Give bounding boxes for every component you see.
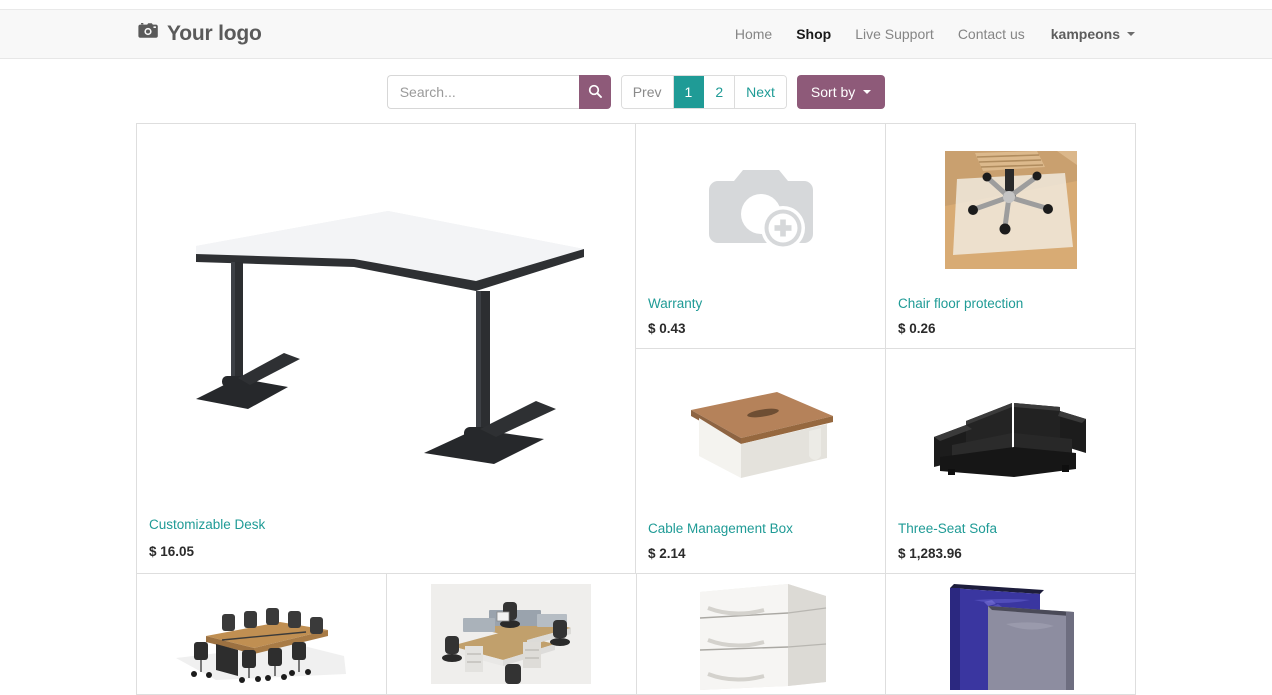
brand-logo[interactable]: Your logo (138, 22, 262, 46)
nav-item-contact-us[interactable]: Contact us (946, 10, 1037, 59)
chevron-down-icon (1127, 32, 1135, 36)
product-info-cable-management-box: Cable Management Box $ 2.14 (636, 521, 885, 573)
pagination-next[interactable]: Next (735, 76, 786, 108)
product-price: $ 0.26 (898, 321, 936, 336)
search-input[interactable] (386, 75, 579, 109)
chevron-down-icon (863, 90, 872, 94)
product-price: $ 2.14 (648, 546, 686, 561)
product-image-office-workstation (387, 574, 636, 694)
product-price: $ 16.05 (149, 544, 195, 559)
product-card-conference-table[interactable] (137, 574, 387, 695)
product-card-warranty[interactable]: Warranty $ 0.43 (636, 124, 886, 349)
user-menu-label: kampeons (1050, 25, 1120, 42)
product-name-link[interactable]: Customizable Desk (149, 517, 623, 532)
product-name-link[interactable]: Three-Seat Sofa (898, 521, 1123, 536)
product-grid-row: Customizable Desk $ 16.05 Warranty $ 0.4… (137, 124, 1136, 574)
magnifier-icon (588, 84, 602, 101)
product-grid-subrow: Warranty $ 0.43 Chair floor protection $… (636, 124, 1136, 349)
product-grid-row-partial (137, 574, 1136, 695)
product-name-link[interactable]: Chair floor protection (898, 296, 1123, 311)
camera-plus-placeholder-icon (707, 162, 815, 258)
brand-label: Your logo (167, 22, 262, 45)
product-image-placeholder-warranty (636, 124, 885, 296)
sort-by-label: Sort by (810, 84, 856, 100)
product-card-office-workstation[interactable] (386, 574, 637, 695)
product-image-drawer-cabinet (637, 574, 886, 694)
product-card-drawer-cabinet[interactable] (636, 574, 887, 695)
product-card-customizable-desk[interactable]: Customizable Desk $ 16.05 (137, 124, 636, 574)
pagination: Prev 1 2 Next (620, 75, 787, 109)
top-strip (0, 0, 1272, 10)
product-grid-right-block: Warranty $ 0.43 Chair floor protection $… (636, 124, 1136, 574)
product-price: $ 0.43 (648, 321, 686, 336)
product-name-link[interactable]: Cable Management Box (648, 521, 873, 536)
camera-icon (138, 22, 158, 46)
pagination-page-1[interactable]: 1 (673, 76, 705, 108)
product-image-cable-management-box (636, 349, 885, 521)
nav-item-home[interactable]: Home (723, 10, 784, 59)
pagination-page-2[interactable]: 2 (704, 76, 736, 108)
sort-by-dropdown[interactable]: Sort by (796, 75, 886, 109)
product-grid-subrow: Cable Management Box $ 2.14 Three-Seat S… (636, 349, 1136, 574)
site-header: Your logo Home Shop Live Support Contact… (0, 10, 1272, 59)
main-navigation: Home Shop Live Support Contact us kampeo… (723, 10, 1139, 59)
product-info-three-seat-sofa: Three-Seat Sofa $ 1,283.96 (886, 521, 1135, 573)
product-card-cable-management-box[interactable]: Cable Management Box $ 2.14 (636, 349, 886, 574)
product-info-customizable-desk: Customizable Desk $ 16.05 (137, 517, 635, 573)
product-card-blue-panels[interactable] (886, 574, 1136, 695)
user-menu[interactable]: kampeons (1037, 10, 1139, 59)
pagination-prev[interactable]: Prev (621, 76, 674, 108)
shop-toolbar: Prev 1 2 Next Sort by (0, 59, 1272, 123)
product-image-conference-table (137, 574, 386, 694)
product-info-chair-floor-protection: Chair floor protection $ 0.26 (886, 296, 1135, 348)
search-submit-button[interactable] (578, 75, 611, 109)
product-card-three-seat-sofa[interactable]: Three-Seat Sofa $ 1,283.96 (886, 349, 1136, 574)
product-info-warranty: Warranty $ 0.43 (636, 296, 885, 348)
nav-item-shop[interactable]: Shop (784, 10, 843, 59)
search-form (386, 75, 611, 109)
product-image-chair-floor-protection (886, 124, 1135, 296)
product-image-three-seat-sofa (886, 349, 1135, 521)
product-image-customizable-desk (137, 124, 635, 517)
product-name-link[interactable]: Warranty (648, 296, 873, 311)
product-grid: Customizable Desk $ 16.05 Warranty $ 0.4… (136, 123, 1136, 695)
product-card-chair-floor-protection[interactable]: Chair floor protection $ 0.26 (886, 124, 1136, 349)
product-price: $ 1,283.96 (898, 546, 962, 561)
nav-item-live-support[interactable]: Live Support (843, 10, 946, 59)
product-image-blue-panels (886, 574, 1135, 694)
